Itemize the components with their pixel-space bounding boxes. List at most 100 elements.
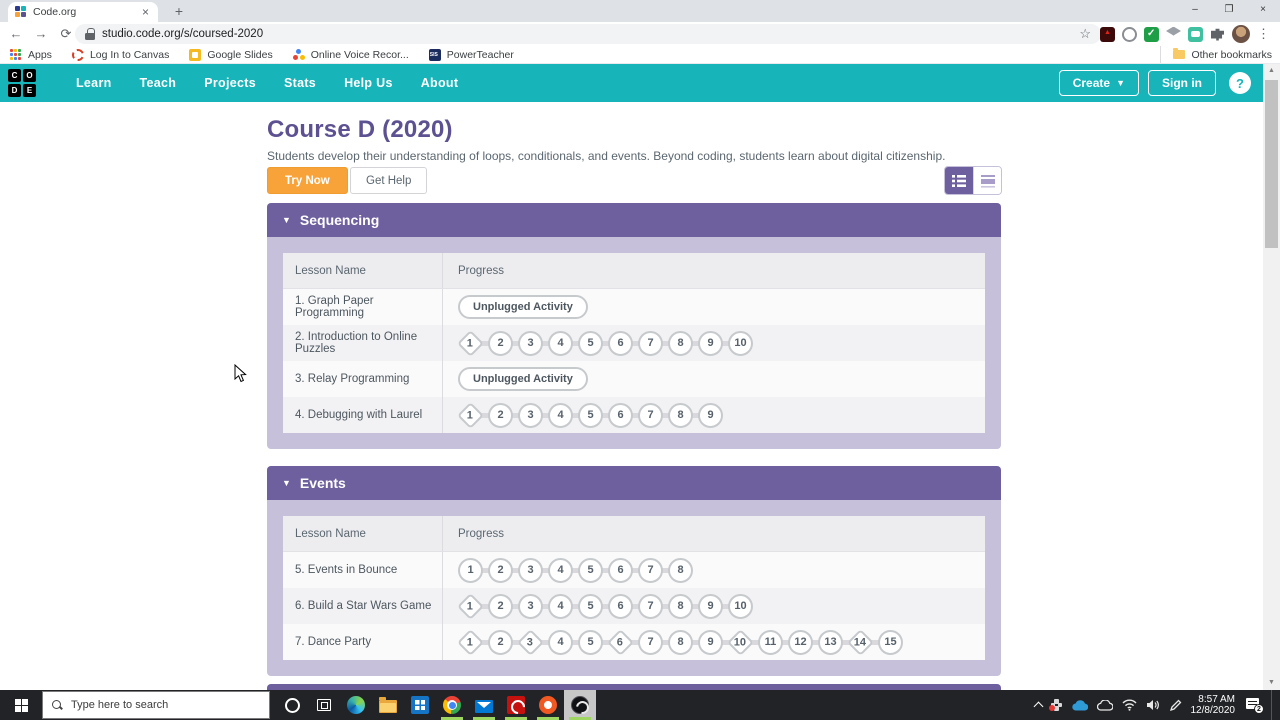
bookmark-item[interactable]: Log In to Canvas [71, 48, 169, 61]
level-bubble[interactable]: 2 [488, 402, 513, 428]
level-bubble[interactable]: 8 [668, 593, 693, 619]
section-header[interactable]: ▼ Sequencing [267, 203, 1001, 237]
level-bubble[interactable]: 1 [457, 401, 484, 429]
other-bookmarks-button[interactable]: Other bookmarks [1160, 46, 1272, 63]
level-bubble[interactable]: 6 [608, 557, 633, 583]
level-bubble[interactable]: 3 [518, 330, 543, 356]
level-bubble[interactable]: 2 [488, 593, 513, 619]
bookmark-star-icon[interactable]: ☆ [1079, 26, 1091, 42]
level-bubble[interactable]: 10 [728, 593, 753, 619]
level-bubble[interactable]: 5 [578, 557, 603, 583]
level-bubble[interactable]: 9 [698, 402, 723, 428]
notification-center-icon[interactable]: 2 [1246, 698, 1264, 714]
acrobat-extension-icon[interactable] [1100, 26, 1115, 42]
taskbar-chrome-button[interactable] [436, 690, 468, 720]
new-tab-button[interactable]: + [168, 3, 190, 21]
window-maximize-button[interactable]: ❐ [1212, 0, 1246, 22]
nav-item-stats[interactable]: Stats [270, 76, 330, 90]
level-bubble[interactable]: 4 [548, 330, 573, 356]
lesson-name-link[interactable]: 5. Events in Bounce [283, 552, 442, 588]
section-header[interactable]: ▼ Events [267, 466, 1001, 500]
level-bubble[interactable]: 7 [638, 330, 663, 356]
get-help-button[interactable]: Get Help [350, 167, 428, 194]
level-bubble[interactable]: 8 [668, 402, 693, 428]
level-bubble[interactable]: 5 [578, 330, 603, 356]
url-text[interactable]: studio.code.org/s/coursed-2020 [102, 28, 263, 40]
level-bubble[interactable]: 1 [457, 592, 484, 620]
taskbar-search-input[interactable]: Type here to search [42, 691, 270, 719]
tray-chevron-up-icon[interactable] [1033, 701, 1043, 712]
start-button[interactable] [0, 690, 42, 720]
bookmark-item[interactable]: PowerTeacher [428, 48, 514, 61]
level-bubble[interactable]: 4 [548, 593, 573, 619]
try-now-button[interactable]: Try Now [267, 167, 348, 194]
level-bubble[interactable]: 9 [698, 629, 723, 655]
unplugged-activity-pill[interactable]: Unplugged Activity [458, 367, 588, 391]
list-view-button[interactable] [945, 167, 973, 194]
screencast-extension-icon[interactable] [1188, 26, 1203, 42]
reload-icon[interactable]: ⟳ [56, 24, 76, 44]
window-minimize-button[interactable]: – [1178, 0, 1212, 22]
taskbar-edge-button[interactable] [340, 690, 372, 720]
wifi-icon[interactable] [1121, 699, 1137, 711]
nav-item-teach[interactable]: Teach [126, 76, 191, 90]
bookmark-item[interactable]: Online Voice Recor... [292, 48, 409, 61]
lesson-name-link[interactable]: 3. Relay Programming [283, 361, 442, 397]
level-bubble[interactable]: 9 [698, 593, 723, 619]
level-bubble[interactable]: 14 [847, 628, 874, 656]
taskbar-obs-button[interactable] [564, 690, 596, 720]
show-desktop-button[interactable] [1271, 690, 1275, 720]
taskbar-microsoft-store-button[interactable] [404, 690, 436, 720]
scrollbar-thumb[interactable] [1265, 80, 1278, 248]
level-bubble[interactable]: 6 [608, 593, 633, 619]
level-bubble[interactable]: 10 [727, 628, 754, 656]
level-bubble[interactable]: 8 [668, 557, 693, 583]
create-button[interactable]: Create ▼ [1058, 70, 1139, 96]
ring-extension-icon[interactable] [1122, 26, 1137, 42]
level-bubble[interactable]: 6 [607, 628, 634, 656]
level-bubble[interactable]: 4 [548, 557, 573, 583]
taskbar-task-view-button[interactable] [308, 690, 340, 720]
level-bubble[interactable]: 15 [878, 629, 903, 655]
scroll-down-icon[interactable]: ▼ [1263, 676, 1280, 690]
taskbar-cortana-button[interactable] [276, 690, 308, 720]
tab-close-icon[interactable]: × [140, 5, 151, 19]
window-close-button[interactable]: × [1246, 0, 1280, 22]
sign-in-button[interactable]: Sign in [1148, 70, 1216, 96]
forward-icon[interactable]: → [31, 24, 51, 44]
extensions-puzzle-icon[interactable] [1210, 27, 1225, 42]
nav-item-help-us[interactable]: Help Us [330, 76, 407, 90]
level-bubble[interactable]: 3 [517, 628, 544, 656]
address-bar[interactable]: studio.code.org/s/coursed-2020 ☆ [75, 24, 1101, 44]
lesson-name-link[interactable]: 4. Debugging with Laurel [283, 397, 442, 433]
level-bubble[interactable]: 2 [488, 629, 513, 655]
taskbar-file-explorer-button[interactable] [372, 690, 404, 720]
profile-avatar[interactable] [1232, 25, 1250, 43]
level-bubble[interactable]: 5 [578, 593, 603, 619]
level-bubble[interactable]: 11 [758, 629, 783, 655]
level-bubble[interactable]: 7 [638, 557, 663, 583]
detail-view-button[interactable] [973, 167, 1001, 194]
back-icon[interactable]: ← [6, 24, 26, 44]
lesson-name-link[interactable]: 1. Graph Paper Programming [283, 289, 442, 325]
onedrive-icon[interactable] [1071, 699, 1088, 711]
taskbar-origin-button[interactable] [532, 690, 564, 720]
dropbox-extension-icon[interactable] [1166, 26, 1181, 36]
help-button[interactable]: ? [1229, 72, 1251, 94]
scroll-up-icon[interactable]: ▲ [1263, 64, 1280, 78]
lesson-name-link[interactable]: 6. Build a Star Wars Game [283, 588, 442, 624]
taskbar-mail-button[interactable] [468, 690, 500, 720]
nav-item-projects[interactable]: Projects [190, 76, 270, 90]
level-bubble[interactable]: 8 [668, 330, 693, 356]
nav-item-about[interactable]: About [407, 76, 473, 90]
page-scrollbar[interactable]: ▲ ▼ [1263, 64, 1280, 690]
level-bubble[interactable]: 7 [638, 402, 663, 428]
level-bubble[interactable]: 6 [608, 402, 633, 428]
level-bubble[interactable]: 4 [548, 629, 573, 655]
cloud-icon[interactable] [1096, 699, 1113, 711]
lesson-name-link[interactable]: 2. Introduction to Online Puzzles [283, 325, 442, 361]
level-bubble[interactable]: 9 [698, 330, 723, 356]
level-bubble[interactable]: 7 [638, 593, 663, 619]
pen-icon[interactable] [1169, 699, 1182, 712]
level-bubble[interactable]: 3 [518, 593, 543, 619]
